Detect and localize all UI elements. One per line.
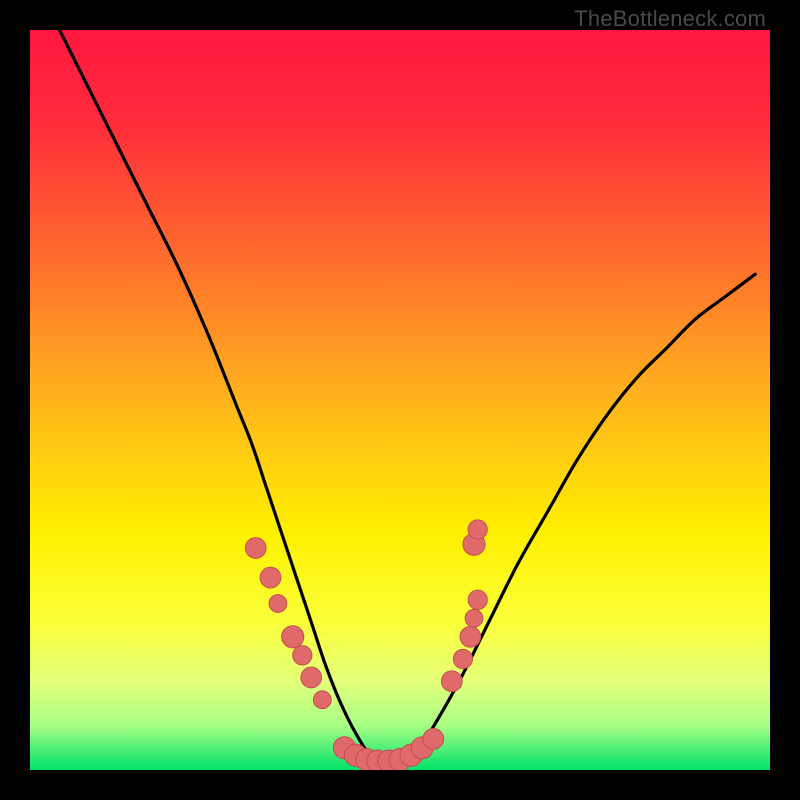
scatter-dot [468,590,487,609]
scatter-dot [313,691,331,709]
scatter-dot [260,567,281,588]
bottleneck-chart [30,30,770,770]
scatter-dot [465,609,483,627]
gradient-background [30,30,770,770]
scatter-dot [441,671,462,692]
scatter-dot [245,538,266,559]
scatter-dot [460,626,481,647]
scatter-dot [453,649,472,668]
scatter-dot [293,646,312,665]
scatter-dot [423,729,444,750]
watermark-text: TheBottleneck.com [574,6,766,32]
chart-frame [30,30,770,770]
scatter-dot [282,626,304,648]
scatter-dot [468,520,487,539]
scatter-dot [301,667,322,688]
scatter-dot [269,595,287,613]
